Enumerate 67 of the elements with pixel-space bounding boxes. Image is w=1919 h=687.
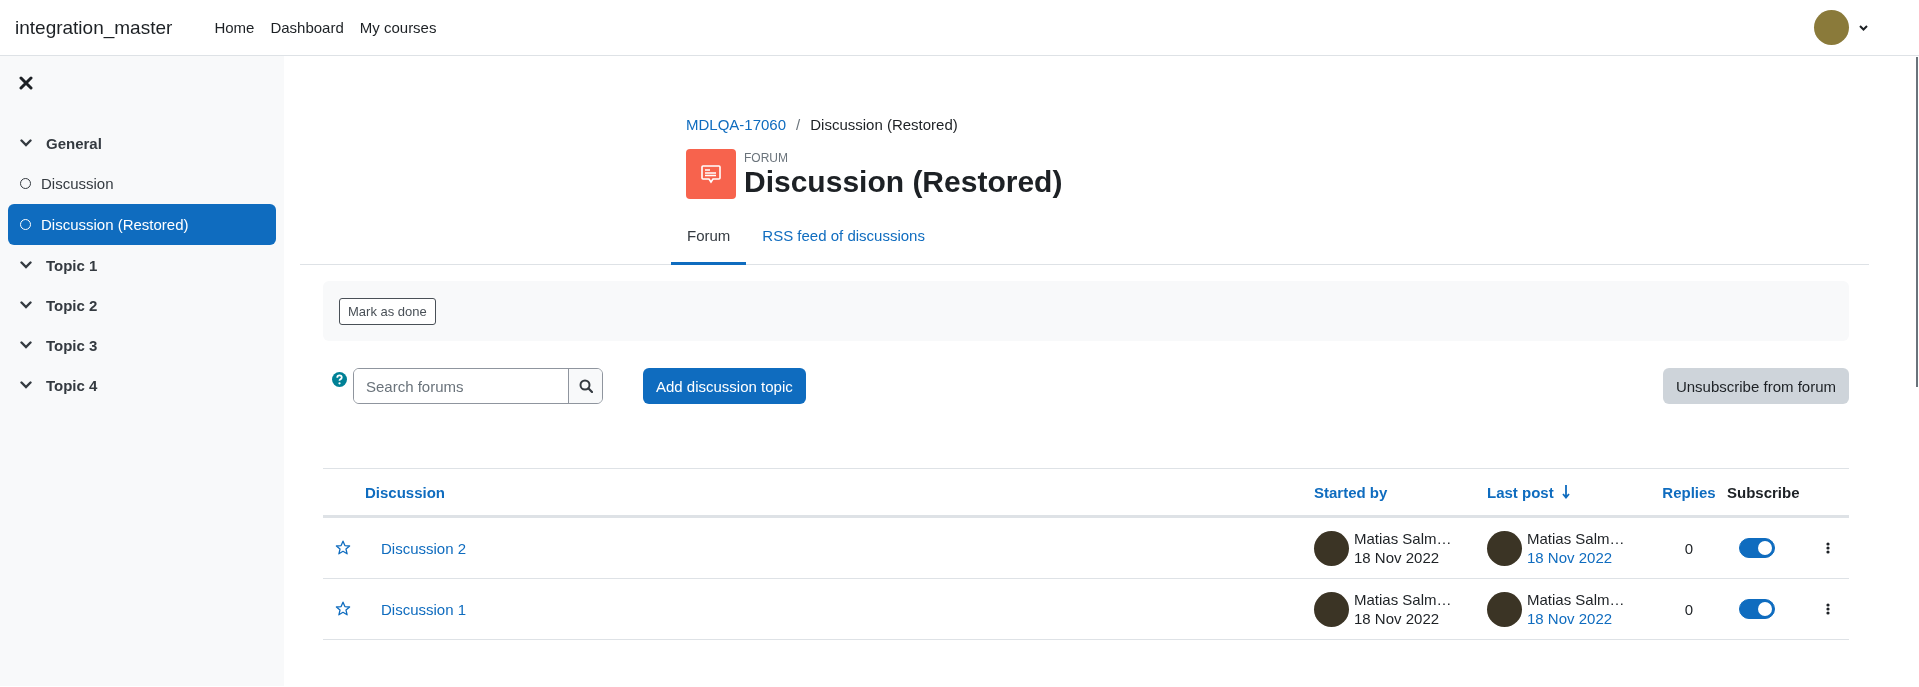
section-title[interactable]: Topic 2 <box>46 296 98 314</box>
subscribe-switch[interactable] <box>1739 538 1775 558</box>
reply-count: 0 <box>1683 600 1695 618</box>
section-title[interactable]: General <box>46 134 102 152</box>
caret-icon[interactable] <box>1859 24 1868 31</box>
section-toggle[interactable]: Topic 3 <box>8 325 276 365</box>
activity-type: FORUM <box>744 150 789 165</box>
nav-link[interactable]: Dashboard <box>262 19 352 36</box>
tab[interactable]: Forum <box>671 211 747 265</box>
column-header[interactable]: Replies <box>1662 483 1716 501</box>
discussion-link[interactable]: Discussion 1 <box>365 600 467 618</box>
user-avatar <box>1314 591 1349 627</box>
author-name: Matias Salm… <box>1527 589 1625 609</box>
breadcrumb-separator: / <box>796 116 801 133</box>
mark-as-done-button[interactable]: Mark as done <box>339 297 436 325</box>
section-title[interactable]: Topic 4 <box>46 376 98 394</box>
nav-link[interactable]: Home <box>206 19 263 36</box>
column-header[interactable]: Discussion <box>365 483 446 501</box>
activity-item[interactable]: Discussion (Restored) <box>8 204 276 245</box>
section-toggle[interactable]: General <box>8 123 276 163</box>
section-title[interactable]: Topic 1 <box>46 256 98 274</box>
section-title[interactable]: Topic 3 <box>46 336 98 354</box>
author-name: Matias Salm… <box>1354 528 1452 548</box>
author-name: Matias Salm… <box>1527 528 1625 548</box>
page-title: Discussion (Restored) <box>744 164 1063 198</box>
user-avatar <box>1314 530 1349 566</box>
chevron-down-icon <box>20 381 32 389</box>
forum-icon <box>686 149 736 199</box>
last-post-date[interactable]: 18 Nov 2022 <box>1527 548 1625 568</box>
tab[interactable]: RSS feed of discussions <box>746 211 941 265</box>
subscribe-switch[interactable] <box>1739 599 1775 619</box>
column-header[interactable]: Started by <box>1314 483 1388 501</box>
search-button[interactable] <box>568 369 602 403</box>
search-icon <box>578 379 593 393</box>
start-date: 18 Nov 2022 <box>1354 609 1441 629</box>
site-name[interactable]: integration_master <box>15 16 173 39</box>
star-icon[interactable] <box>335 601 351 617</box>
scrollbar[interactable] <box>1916 57 1918 387</box>
close-icon[interactable] <box>19 76 33 90</box>
nav-link[interactable]: My courses <box>351 19 445 36</box>
activity-item[interactable]: Discussion <box>8 163 276 204</box>
more-options-icon[interactable] <box>1826 603 1830 615</box>
unsubscribe-button[interactable]: Unsubscribe from forum <box>1662 368 1849 404</box>
start-date: 18 Nov 2022 <box>1354 548 1441 568</box>
breadcrumb-current: Discussion (Restored) <box>810 116 958 133</box>
user-avatar <box>1487 530 1522 566</box>
last-post-date[interactable]: 18 Nov 2022 <box>1527 609 1625 629</box>
more-options-icon[interactable] <box>1826 542 1830 554</box>
user-avatar <box>1487 591 1522 627</box>
chevron-down-icon <box>20 341 32 349</box>
section-toggle[interactable]: Topic 1 <box>8 245 276 285</box>
add-discussion-button[interactable]: Add discussion topic <box>643 368 806 404</box>
search-field[interactable]: Search forums <box>353 368 603 404</box>
section-toggle[interactable]: Topic 2 <box>8 285 276 325</box>
discussion-link[interactable]: Discussion 2 <box>365 539 467 557</box>
author-name: Matias Salm… <box>1354 589 1452 609</box>
section-toggle[interactable]: Topic 4 <box>8 365 276 405</box>
breadcrumb-link[interactable]: MDLQA-17060 <box>686 116 787 133</box>
chevron-down-icon <box>20 139 32 147</box>
help-icon[interactable] <box>332 372 347 387</box>
chevron-down-icon <box>20 301 32 309</box>
reply-count: 0 <box>1683 539 1695 557</box>
column-header: Subscribe <box>1727 483 1800 501</box>
user-avatar[interactable] <box>1814 10 1849 45</box>
star-icon[interactable] <box>335 540 351 556</box>
chevron-down-icon <box>20 261 32 269</box>
column-header[interactable]: Last post <box>1487 483 1570 501</box>
